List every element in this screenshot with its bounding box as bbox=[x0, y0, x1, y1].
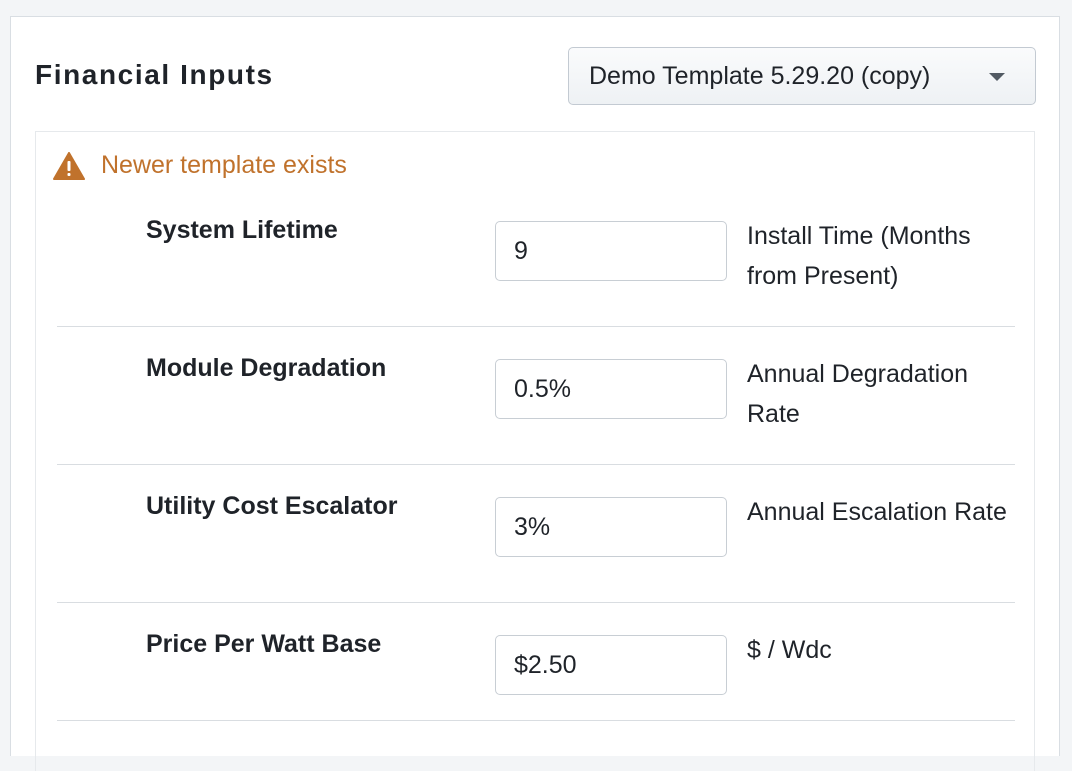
utility-cost-escalator-description: Annual Escalation Rate bbox=[747, 498, 1007, 526]
system-lifetime-label: System Lifetime bbox=[146, 216, 338, 244]
template-select[interactable]: Demo Template 5.29.20 (copy) bbox=[568, 47, 1036, 105]
price-per-watt-base-description: $ / Wdc bbox=[747, 636, 832, 664]
utility-cost-escalator-label: Utility Cost Escalator bbox=[146, 492, 398, 520]
system-lifetime-description: Install Time (Months from Present) bbox=[747, 222, 971, 290]
input-row-system-lifetime: System Lifetime Install Time (Months fro… bbox=[57, 216, 1015, 327]
module-degradation-input[interactable] bbox=[495, 359, 727, 419]
module-degradation-label: Module Degradation bbox=[146, 354, 387, 382]
utility-cost-escalator-input[interactable] bbox=[495, 497, 727, 557]
warning-triangle-icon bbox=[53, 151, 85, 180]
inputs-container: Newer template exists System Lifetime In… bbox=[35, 131, 1035, 771]
input-row-utility-cost-escalator: Utility Cost Escalator Annual Escalation… bbox=[57, 492, 1015, 603]
chevron-down-icon bbox=[989, 73, 1005, 81]
module-degradation-description: Annual Degradation Rate bbox=[747, 360, 968, 428]
financial-inputs-panel: Financial Inputs Demo Template 5.29.20 (… bbox=[10, 16, 1060, 771]
input-row-module-degradation: Module Degradation Annual Degradation Ra… bbox=[57, 354, 1015, 465]
input-row-price-per-watt-base: Price Per Watt Base $ / Wdc bbox=[57, 630, 1015, 721]
system-lifetime-input[interactable] bbox=[495, 221, 727, 281]
price-per-watt-base-label: Price Per Watt Base bbox=[146, 630, 382, 658]
panel-title: Financial Inputs bbox=[35, 59, 274, 90]
warning-text: Newer template exists bbox=[101, 151, 347, 179]
template-select-value: Demo Template 5.29.20 (copy) bbox=[589, 61, 931, 90]
price-per-watt-base-input[interactable] bbox=[495, 635, 727, 695]
template-warning: Newer template exists bbox=[53, 151, 347, 180]
